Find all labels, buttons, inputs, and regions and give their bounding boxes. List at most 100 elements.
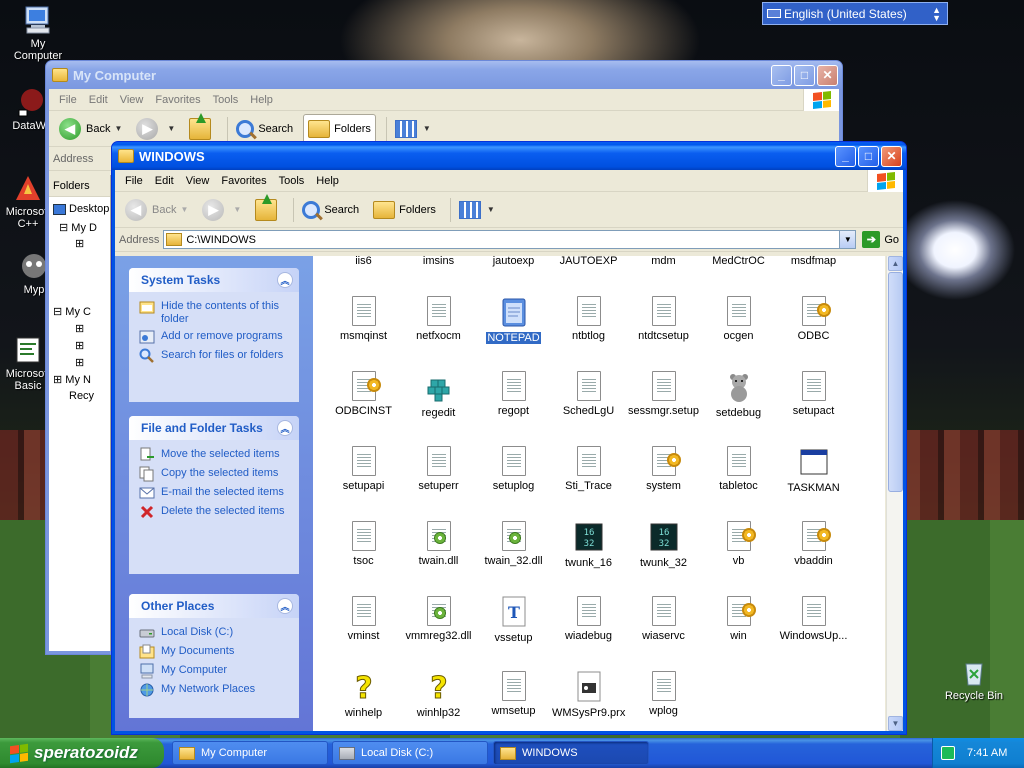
file-item[interactable]: ? winhlp32: [401, 671, 476, 719]
menu-tools[interactable]: Tools: [273, 175, 311, 187]
file-item[interactable]: system: [626, 446, 701, 492]
file-item[interactable]: imsins: [401, 256, 476, 267]
file-item[interactable]: ntbtlog: [551, 296, 626, 342]
file-item[interactable]: twain_32.dll: [476, 521, 551, 567]
file-item[interactable]: ntdtcsetup: [626, 296, 701, 342]
tree-item-my-network[interactable]: ⊞ My N: [53, 373, 91, 386]
file-item[interactable]: setuplog: [476, 446, 551, 492]
collapse-icon[interactable]: ︽: [277, 598, 293, 614]
up-button[interactable]: [185, 112, 217, 144]
file-item[interactable]: jautoexp: [476, 256, 551, 267]
file-item[interactable]: ODBCINST: [326, 371, 401, 417]
forward-button[interactable]: ▶ ▼: [198, 195, 245, 225]
file-item[interactable]: SchedLgU: [551, 371, 626, 417]
menu-favorites[interactable]: Favorites: [149, 94, 206, 106]
file-item[interactable]: mdm: [626, 256, 701, 267]
views-button[interactable]: ▼: [455, 195, 499, 225]
clock[interactable]: 7:41 AM: [967, 747, 1007, 759]
collapse-icon[interactable]: ︽: [277, 272, 293, 288]
file-item[interactable]: ODBC: [776, 296, 851, 342]
taskbar-item-windows[interactable]: WINDOWS: [493, 741, 649, 765]
task-email-items[interactable]: E-mail the selected items: [139, 486, 293, 501]
scroll-down-icon[interactable]: ▼: [888, 716, 903, 731]
file-item[interactable]: tabletoc: [701, 446, 776, 492]
taskbar-item-my-computer[interactable]: My Computer: [172, 741, 328, 765]
chevron-down-icon[interactable]: ▼: [180, 205, 188, 214]
vertical-scrollbar[interactable]: ▲ ▼: [886, 256, 903, 731]
file-item[interactable]: setupact: [776, 371, 851, 417]
file-item[interactable]: MedCtrOC: [701, 256, 776, 267]
section-header[interactable]: Other Places ︽: [129, 594, 299, 618]
file-item[interactable]: WMSysPr9.prx: [551, 671, 626, 719]
search-button[interactable]: Search: [298, 195, 363, 225]
scroll-up-icon[interactable]: ▲: [888, 256, 903, 271]
chevron-down-icon[interactable]: ▼: [233, 205, 241, 214]
tree-item-expand[interactable]: ⊞: [75, 322, 84, 335]
start-button[interactable]: speratozoidz: [0, 738, 164, 768]
menu-view[interactable]: View: [180, 175, 216, 187]
file-item[interactable]: ? winhelp: [326, 671, 401, 719]
file-item[interactable]: setupapi: [326, 446, 401, 492]
file-item[interactable]: WindowsUp...: [776, 596, 851, 642]
address-input[interactable]: C:\WINDOWS ▼: [163, 230, 857, 249]
desktop-icon-my-computer[interactable]: My Computer: [6, 4, 70, 62]
chevron-down-icon[interactable]: ▼: [114, 124, 122, 133]
section-header[interactable]: System Tasks ︽: [129, 268, 299, 292]
go-button[interactable]: ➔ Go: [862, 231, 899, 248]
minimize-button[interactable]: _: [771, 64, 792, 86]
folders-button[interactable]: Folders: [369, 195, 440, 225]
close-button[interactable]: ✕: [881, 145, 902, 167]
task-add-remove-programs[interactable]: Add or remove programs: [139, 330, 293, 345]
place-my-network-places[interactable]: My Network Places: [139, 683, 293, 698]
chevron-down-icon[interactable]: ▼: [839, 231, 856, 248]
up-button[interactable]: [251, 193, 283, 225]
collapse-icon[interactable]: ︽: [277, 420, 293, 436]
chevron-down-icon[interactable]: ▼: [423, 124, 431, 133]
scroll-thumb[interactable]: [888, 272, 903, 492]
menu-edit[interactable]: Edit: [149, 175, 180, 187]
tree-item-expand[interactable]: ⊞: [75, 237, 84, 250]
back-button[interactable]: ◀ Back ▼: [121, 195, 192, 225]
menu-help[interactable]: Help: [244, 94, 279, 106]
file-item[interactable]: vbaddin: [776, 521, 851, 567]
desktop-icon-recycle-bin[interactable]: Recycle Bin: [942, 656, 1006, 702]
place-my-documents[interactable]: My Documents: [139, 644, 293, 660]
close-button[interactable]: ✕: [817, 64, 838, 86]
section-header[interactable]: File and Folder Tasks ︽: [129, 416, 299, 440]
place-local-disk[interactable]: Local Disk (C:): [139, 626, 293, 641]
task-delete-items[interactable]: Delete the selected items: [139, 505, 293, 520]
file-item[interactable]: msdfmap: [776, 256, 851, 267]
file-item[interactable]: wiaservc: [626, 596, 701, 642]
menu-view[interactable]: View: [114, 94, 150, 106]
task-search-files[interactable]: Search for files or folders: [139, 348, 293, 364]
search-button[interactable]: Search: [232, 114, 297, 144]
minimize-button[interactable]: _: [835, 145, 856, 167]
maximize-button[interactable]: □: [858, 145, 879, 167]
menu-tools[interactable]: Tools: [207, 94, 245, 106]
tree-item-desktop[interactable]: Desktop: [53, 203, 109, 215]
maximize-button[interactable]: □: [794, 64, 815, 86]
file-item[interactable]: sessmgr.setup: [626, 371, 701, 417]
task-move-items[interactable]: Move the selected items: [139, 447, 293, 463]
tree-item-my-computer[interactable]: ⊟ My C: [53, 305, 91, 318]
taskbar-item-local-disk[interactable]: Local Disk (C:): [332, 741, 488, 765]
tree-item-expand[interactable]: ⊞: [75, 356, 84, 369]
file-item[interactable]: win: [701, 596, 776, 642]
chevron-down-icon[interactable]: ▼: [487, 205, 495, 214]
file-item[interactable]: twain.dll: [401, 521, 476, 567]
file-item[interactable]: tsoc: [326, 521, 401, 567]
folders-button[interactable]: Folders: [303, 113, 376, 144]
file-item[interactable]: msmqinst: [326, 296, 401, 342]
file-item[interactable]: vmmreg32.dll: [401, 596, 476, 642]
file-item[interactable]: vb: [701, 521, 776, 567]
file-list[interactable]: iis6 imsins jautoexp JAUTOEXP mdm MedCtrOC msd…: [313, 256, 885, 731]
file-item[interactable]: ocgen: [701, 296, 776, 342]
language-bar[interactable]: English (United States) ▲ ▼: [762, 2, 948, 25]
file-item[interactable]: JAUTOEXP: [551, 256, 626, 267]
file-item[interactable]: 16 32 twunk_16: [551, 521, 626, 569]
file-item[interactable]: regopt: [476, 371, 551, 417]
file-item[interactable]: wmsetup: [476, 671, 551, 717]
task-hide-contents[interactable]: Hide the contents of this folder: [139, 300, 293, 326]
back-button[interactable]: ◀ Back ▼: [55, 114, 126, 144]
file-item[interactable]: TASKMAN: [776, 446, 851, 494]
